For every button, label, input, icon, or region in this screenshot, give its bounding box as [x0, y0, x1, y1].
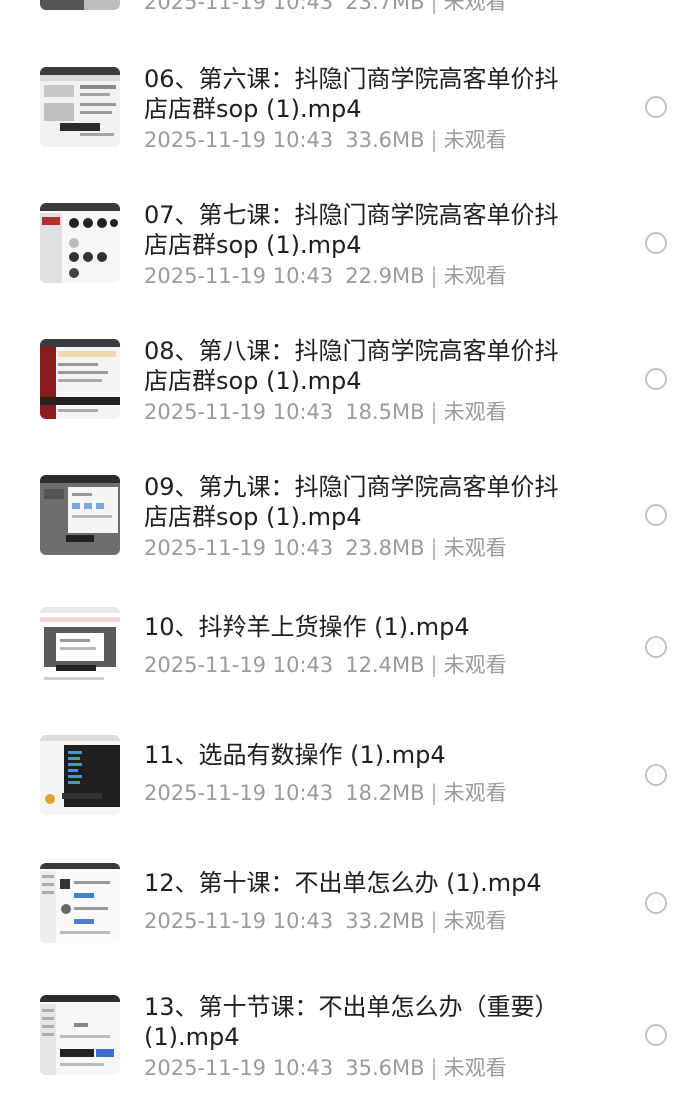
- file-size: 23.8MB: [345, 536, 425, 560]
- watch-status: 未观看: [443, 400, 507, 424]
- video-thumbnail: [40, 475, 120, 555]
- watch-status: 未观看: [443, 536, 507, 560]
- file-date: 2025-11-19 10:43: [144, 653, 334, 677]
- watch-status: 未观看: [443, 128, 507, 152]
- meta-separator: |: [430, 400, 438, 424]
- meta-separator: |: [430, 264, 438, 288]
- video-thumbnail: [40, 995, 120, 1075]
- select-radio[interactable]: [645, 892, 667, 914]
- video-thumbnail: [40, 203, 120, 283]
- meta-separator: |: [430, 536, 438, 560]
- list-item-partial[interactable]: 2025-11-19 10:43 23.7MB | 未观看: [0, 0, 696, 30]
- file-title: 08、第八课：抖隐门商学院高客单价抖店店群sop (1).mp4: [144, 337, 559, 395]
- file-size: 22.9MB: [345, 264, 425, 288]
- file-date: 2025-11-19 10:43: [144, 264, 334, 288]
- file-size: 33.6MB: [345, 128, 425, 152]
- file-size: 35.6MB: [345, 1056, 425, 1080]
- file-meta: 2025-11-19 10:43 18.2MB | 未观看: [144, 779, 507, 807]
- select-radio[interactable]: [645, 1024, 667, 1046]
- file-meta: 2025-11-19 10:43 23.7MB | 未观看: [144, 0, 507, 16]
- watch-status: 未观看: [443, 1056, 507, 1080]
- select-radio[interactable]: [645, 232, 667, 254]
- file-title: 07、第七课：抖隐门商学院高客单价抖店店群sop (1).mp4: [144, 201, 559, 259]
- file-date: 2025-11-19 10:43: [144, 400, 334, 424]
- video-thumbnail: [40, 735, 120, 815]
- file-date: 2025-11-19 10:43: [144, 909, 334, 933]
- file-meta: 2025-11-19 10:43 35.6MB | 未观看: [144, 1054, 507, 1082]
- watch-status: 未观看: [443, 653, 507, 677]
- select-radio[interactable]: [645, 764, 667, 786]
- file-size: 18.2MB: [345, 781, 425, 805]
- file-title: 06、第六课：抖隐门商学院高客单价抖店店群sop (1).mp4: [144, 65, 559, 123]
- file-meta: 2025-11-19 10:43 18.5MB | 未观看: [144, 398, 507, 426]
- file-meta: 2025-11-19 10:43 22.9MB | 未观看: [144, 262, 507, 290]
- file-size: 23.7MB: [345, 0, 425, 14]
- file-meta: 2025-11-19 10:43 12.4MB | 未观看: [144, 651, 507, 679]
- file-title: 13、第十节课：不出单怎么办（重要）(1).mp4: [144, 993, 559, 1051]
- file-date: 2025-11-19 10:43: [144, 781, 334, 805]
- select-radio[interactable]: [645, 504, 667, 526]
- select-radio[interactable]: [645, 636, 667, 658]
- video-thumbnail: [40, 607, 120, 687]
- file-date: 2025-11-19 10:43: [144, 536, 334, 560]
- meta-separator: |: [430, 0, 438, 14]
- file-title: 11、选品有数操作 (1).mp4: [144, 741, 446, 769]
- meta-separator: |: [430, 1056, 438, 1080]
- select-radio[interactable]: [645, 368, 667, 390]
- file-title: 09、第九课：抖隐门商学院高客单价抖店店群sop (1).mp4: [144, 473, 559, 531]
- meta-separator: |: [430, 128, 438, 152]
- meta-separator: |: [430, 781, 438, 805]
- select-radio[interactable]: [645, 96, 667, 118]
- file-meta: 2025-11-19 10:43 33.2MB | 未观看: [144, 907, 507, 935]
- file-date: 2025-11-19 10:43: [144, 0, 334, 14]
- file-size: 12.4MB: [345, 653, 425, 677]
- file-size: 33.2MB: [345, 909, 425, 933]
- watch-status: 未观看: [443, 264, 507, 288]
- file-title: 10、抖羚羊上货操作 (1).mp4: [144, 613, 470, 641]
- watch-status: 未观看: [443, 0, 507, 14]
- file-date: 2025-11-19 10:43: [144, 128, 334, 152]
- video-thumbnail: [40, 0, 120, 10]
- video-thumbnail: [40, 67, 120, 147]
- watch-status: 未观看: [443, 909, 507, 933]
- watch-status: 未观看: [443, 781, 507, 805]
- video-thumbnail: [40, 339, 120, 419]
- file-meta: 2025-11-19 10:43 33.6MB | 未观看: [144, 126, 507, 154]
- video-thumbnail: [40, 863, 120, 943]
- meta-separator: |: [430, 653, 438, 677]
- meta-separator: |: [430, 909, 438, 933]
- file-date: 2025-11-19 10:43: [144, 1056, 334, 1080]
- file-size: 18.5MB: [345, 400, 425, 424]
- file-meta: 2025-11-19 10:43 23.8MB | 未观看: [144, 534, 507, 562]
- file-title: 12、第十课：不出单怎么办 (1).mp4: [144, 869, 542, 897]
